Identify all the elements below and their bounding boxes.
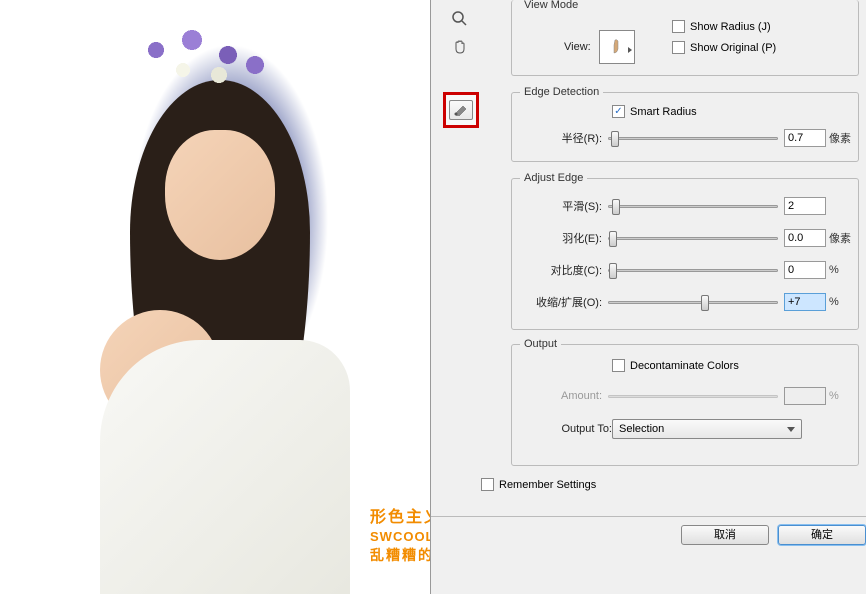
smart-radius-label: Smart Radius [630,106,697,118]
view-mode-title: View Mode [520,0,582,11]
cancel-button[interactable]: 取消 [681,525,769,545]
radius-slider-thumb[interactable] [611,131,619,147]
show-radius-checkbox-row[interactable]: Show Radius (J) [672,20,771,33]
shift-slider-thumb[interactable] [701,295,709,311]
subject-face [165,130,275,260]
show-original-checkbox[interactable] [672,41,685,54]
adjust-edge-group: Adjust Edge 平滑(S): 2 羽化(E): 0.0 像素 对比度(C… [511,178,859,330]
contrast-slider-thumb[interactable] [609,263,617,279]
output-group: Output Decontaminate Colors Amount: % Ou… [511,344,859,466]
refine-edge-dialog: View Mode View: Show Radius (J) Show Ori… [430,0,866,594]
smooth-slider[interactable] [608,205,778,208]
edge-detection-title: Edge Detection [520,86,603,98]
refine-radius-tool[interactable] [449,100,473,120]
radius-input[interactable]: 0.7 [784,129,826,147]
amount-slider [608,395,778,398]
contrast-input[interactable]: 0 [784,261,826,279]
hand-tool[interactable] [449,36,471,58]
ok-button[interactable]: 确定 [778,525,866,545]
shift-slider[interactable] [608,301,778,304]
adjust-edge-title: Adjust Edge [520,172,587,184]
contrast-label: 对比度(C): [522,262,602,278]
refine-radius-tool-highlight [443,92,479,128]
shift-label: 收缩/扩展(O): [522,294,602,310]
hand-icon [452,39,468,55]
subject-flowers [120,20,300,120]
zoom-tool[interactable] [449,8,471,30]
canvas-preview: 形色主义 SWCOOL.COM 乱糟糟的季节 [0,0,430,594]
shift-unit: % [829,296,839,308]
radius-unit: 像素 [829,130,851,146]
amount-unit: % [829,390,839,402]
feather-slider[interactable] [608,237,778,240]
shift-input[interactable]: +7 [784,293,826,311]
feather-input[interactable]: 0.0 [784,229,826,247]
smooth-label: 平滑(S): [522,198,602,214]
decontaminate-checkbox[interactable] [612,359,625,372]
dialog-buttons: 取消 确定 [431,516,866,552]
show-original-checkbox-row[interactable]: Show Original (P) [672,41,776,54]
zoom-icon [452,11,468,27]
feather-unit: 像素 [829,230,851,246]
view-thumbnail-icon [610,37,624,57]
contrast-unit: % [829,264,839,276]
remember-settings-row[interactable]: Remember Settings [481,478,596,491]
smooth-input[interactable]: 2 [784,197,826,215]
feather-label: 羽化(E): [522,230,602,246]
view-row: View: [564,30,635,64]
view-label: View: [564,41,591,53]
remember-checkbox[interactable] [481,478,494,491]
view-mode-group: View Mode View: Show Radius (J) Show Ori… [511,0,859,76]
decontaminate-label: Decontaminate Colors [630,360,739,372]
amount-input [784,387,826,405]
output-to-label: Output To: [542,423,612,435]
brush-icon [453,104,469,116]
edge-detection-group: Edge Detection Smart Radius 半径(R): 0.7 像… [511,92,859,162]
smooth-slider-thumb[interactable] [612,199,620,215]
show-radius-label: Show Radius (J) [690,21,771,33]
show-radius-checkbox[interactable] [672,20,685,33]
output-title: Output [520,338,561,350]
output-to-select[interactable]: Selection [612,419,802,439]
smart-radius-row[interactable]: Smart Radius [612,105,697,118]
radius-label: 半径(R): [542,130,602,146]
view-mode-dropdown[interactable] [599,30,635,64]
output-to-value: Selection [619,423,664,435]
show-original-label: Show Original (P) [690,42,776,54]
amount-label: Amount: [542,390,602,402]
remember-label: Remember Settings [499,479,596,491]
feather-slider-thumb[interactable] [609,231,617,247]
radius-slider[interactable] [608,137,778,140]
decontaminate-row[interactable]: Decontaminate Colors [612,359,739,372]
tool-column [449,8,473,64]
subject-dress [100,340,350,594]
contrast-slider[interactable] [608,269,778,272]
smart-radius-checkbox[interactable] [612,105,625,118]
